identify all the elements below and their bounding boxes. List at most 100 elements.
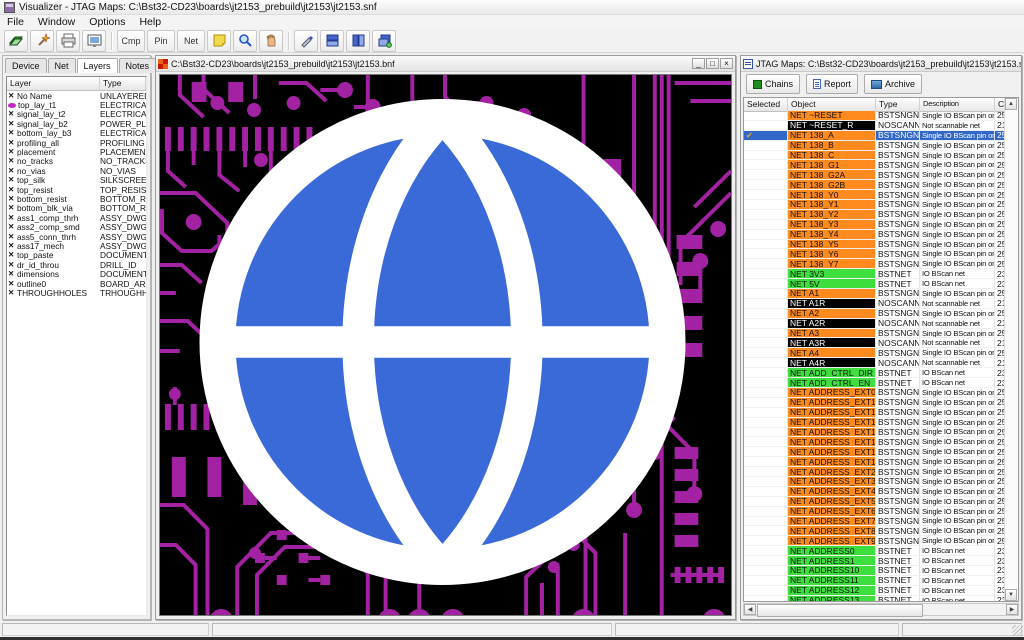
scroll-right-icon[interactable]: ▶ [1006, 604, 1018, 615]
layer-row[interactable]: ✕bottom_blk_viaBOTTOM_RESIST [7, 203, 146, 213]
net-row[interactable]: NET 138_G2ABSTSNGNETSingle IO BScan pin … [744, 170, 1005, 181]
layer-row[interactable]: ✕THROUGHHOLES TRHOUGHHOLES [7, 288, 146, 298]
layer-row[interactable]: ✕top_resistTOP_RESIST [7, 185, 146, 195]
hidden-layer-x-icon[interactable]: ✕ [7, 176, 17, 184]
layer-row[interactable]: top_lay_t1ELECTRICAL [7, 100, 146, 110]
print-button[interactable] [56, 29, 80, 52]
hscroll-thumb[interactable] [757, 604, 924, 617]
layer-row[interactable]: ✕ ass2_comp_smd ASSY_DWG [7, 222, 146, 232]
net-row[interactable]: NET ~RESETBSTSNGNETSingle IO BScan pin o… [744, 111, 1005, 121]
cmp-button[interactable]: Cmp [117, 29, 145, 52]
scroll-up-icon[interactable]: ▲ [1005, 98, 1017, 110]
tab-device[interactable]: Device [5, 58, 47, 73]
net-row[interactable]: NET A3BSTSNGNETSingle IO BScan pin on ne… [744, 328, 1005, 339]
net-table-hscrollbar[interactable]: ◀ ▶ [743, 603, 1019, 617]
net-row[interactable]: NET ADDRESS_EXT3BSTSNGNETSingle IO BScan… [744, 476, 1005, 487]
selected-cell[interactable] [744, 298, 788, 308]
archive-button[interactable]: Archive [864, 74, 923, 94]
zoom-button[interactable] [233, 29, 257, 52]
net-button[interactable]: Net [177, 29, 205, 52]
selected-cell[interactable] [744, 269, 788, 279]
hidden-layer-x-icon[interactable]: ✕ [7, 195, 17, 203]
layer-row[interactable]: ✕ no_vias NO_VIAS [7, 166, 146, 176]
tile-vertical-button[interactable] [346, 29, 370, 52]
hidden-layer-x-icon[interactable]: ✕ [7, 166, 17, 175]
column-header-selected[interactable]: Selected [744, 98, 788, 111]
selected-cell[interactable] [744, 338, 788, 348]
selected-cell[interactable] [744, 457, 788, 467]
net-row[interactable]: NET A2RNOSCANNETNot scannable net21 [744, 318, 1005, 329]
net-row[interactable]: NET ADD_CTRL_DIRBSTNETIO BScan net23 [744, 368, 1005, 379]
hidden-layer-x-icon[interactable]: ✕ [7, 148, 17, 156]
hidden-layer-x-icon[interactable]: ✕ [7, 270, 17, 278]
selected-cell[interactable] [744, 160, 788, 170]
minimize-button[interactable]: _ [692, 58, 705, 69]
net-row[interactable]: NET ADDRESS_EXT6BSTSNGNETSingle IO BScan… [744, 506, 1005, 517]
selected-cell[interactable] [744, 368, 788, 378]
layer-row[interactable]: ✕ dr_id_throu DRILL_ID [7, 260, 146, 270]
snapshot-button[interactable] [82, 29, 106, 52]
scroll-left-icon[interactable]: ◀ [744, 604, 756, 615]
tab-net[interactable]: Net [47, 58, 76, 73]
selected-cell[interactable] [744, 289, 788, 298]
visible-layer-icon[interactable] [8, 102, 16, 108]
selected-cell[interactable] [744, 318, 788, 328]
net-row[interactable]: NET ADDRESS0BSTNETIO BScan net23 [744, 546, 1005, 557]
layer-row[interactable]: ✕ placement PLACEMENT [7, 147, 146, 157]
menu-help[interactable]: Help [132, 15, 168, 29]
net-row[interactable]: NET 138_G1BSTSNGNETSingle IO BScan pin o… [744, 160, 1005, 171]
selected-cell[interactable] [744, 378, 788, 387]
net-row[interactable]: NET A1RNOSCANNETNot scannable net21 [744, 298, 1005, 309]
net-row[interactable]: NET ADDRESS10BSTNETIO BScan net23 [744, 565, 1005, 576]
net-row[interactable]: NET ADDRESS_EXT15BSTSNGNETSingle IO BSca… [744, 457, 1005, 468]
selected-cell[interactable] [744, 447, 788, 457]
hidden-layer-x-icon[interactable]: ✕ [7, 223, 17, 231]
selected-cell[interactable] [744, 348, 788, 358]
menu-file[interactable]: File [0, 15, 31, 29]
net-row[interactable]: NET 138_Y5BSTSNGNETSingle IO BScan pin o… [744, 239, 1005, 250]
net-row[interactable]: NET 138_CBSTSNGNETSingle IO BScan pin on… [744, 150, 1005, 161]
net-row[interactable]: ✔ NET 138_ABSTSNGNETSingle IO BScan pin o… [744, 130, 1005, 141]
column-header-description[interactable]: Description [920, 98, 995, 111]
hidden-layer-x-icon[interactable]: ✕ [7, 260, 17, 269]
net-row[interactable]: NET ADDRESS_EXT1BSTSNGNETSingle IO BScan… [744, 397, 1005, 408]
net-table-vscrollbar[interactable]: ▲ ▼ [1004, 98, 1018, 601]
net-row[interactable]: NET 138_Y4BSTSNGNETSingle IO BScan pin o… [744, 229, 1005, 240]
report-button[interactable]: Report [806, 74, 859, 94]
net-row[interactable]: NET 3V3BSTNETIO BScan net23 [744, 269, 1005, 280]
selected-cell[interactable] [744, 506, 788, 516]
selected-cell[interactable] [744, 536, 788, 546]
selected-cell[interactable] [744, 111, 788, 120]
layer-row[interactable]: ✕bottom_resistBOTTOM_RESIST [7, 194, 146, 204]
selected-cell[interactable]: ✔ [744, 130, 788, 140]
selected-cell[interactable] [744, 486, 788, 496]
net-row[interactable]: NET ADDRESS_EXT8BSTSNGNETSingle IO BScan… [744, 526, 1005, 537]
selected-cell[interactable] [744, 259, 788, 269]
wand-button[interactable] [30, 29, 54, 52]
net-row[interactable]: NET ADDRESS_EXT4BSTSNGNETSingle IO BScan… [744, 486, 1005, 497]
net-row[interactable]: NET 138_G2BBSTSNGNETSingle IO BScan pin … [744, 180, 1005, 191]
selected-cell[interactable] [744, 516, 788, 526]
selected-cell[interactable] [744, 546, 788, 556]
selected-cell[interactable] [744, 565, 788, 575]
draw-button[interactable] [294, 29, 318, 52]
column-header-type[interactable]: Type [876, 98, 920, 111]
net-row[interactable]: NET ADDRESS_EXT10BSTSNGNETSingle IO BSca… [744, 407, 1005, 418]
maximize-button[interactable]: □ [706, 58, 719, 69]
net-row[interactable]: NET ADDRESS_EXT13BSTSNGNETSingle IO BSca… [744, 437, 1005, 448]
net-row[interactable]: NET ~RESET_RNOSCANNETNot scannable net21 [744, 120, 1005, 131]
net-row[interactable]: NET ADDRESS_EXT9BSTSNGNETSingle IO BScan… [744, 536, 1005, 547]
selected-cell[interactable] [744, 180, 788, 190]
net-row[interactable]: NET A3RNOSCANNETNot scannable net21 [744, 338, 1005, 349]
net-row[interactable]: NET ADDRESS_EXT14BSTSNGNETSingle IO BSca… [744, 447, 1005, 458]
layer-row[interactable]: ✕signal_lay_b2POWER_PLANE [7, 119, 146, 129]
net-row[interactable]: NET ADDRESS_EXT5BSTSNGNETSingle IO BScan… [744, 496, 1005, 507]
layer-row[interactable]: ✕ No Name UNLAYERED [7, 91, 146, 101]
selected-cell[interactable] [744, 209, 788, 219]
hidden-layer-x-icon[interactable]: ✕ [7, 91, 17, 100]
net-row[interactable]: NET ADDRESS11BSTNETIO BScan net23 [744, 575, 1005, 586]
selected-cell[interactable] [744, 120, 788, 130]
scroll-down-icon[interactable]: ▼ [1005, 589, 1017, 601]
selected-cell[interactable] [744, 308, 788, 318]
tab-layers[interactable]: Layers [76, 58, 118, 73]
